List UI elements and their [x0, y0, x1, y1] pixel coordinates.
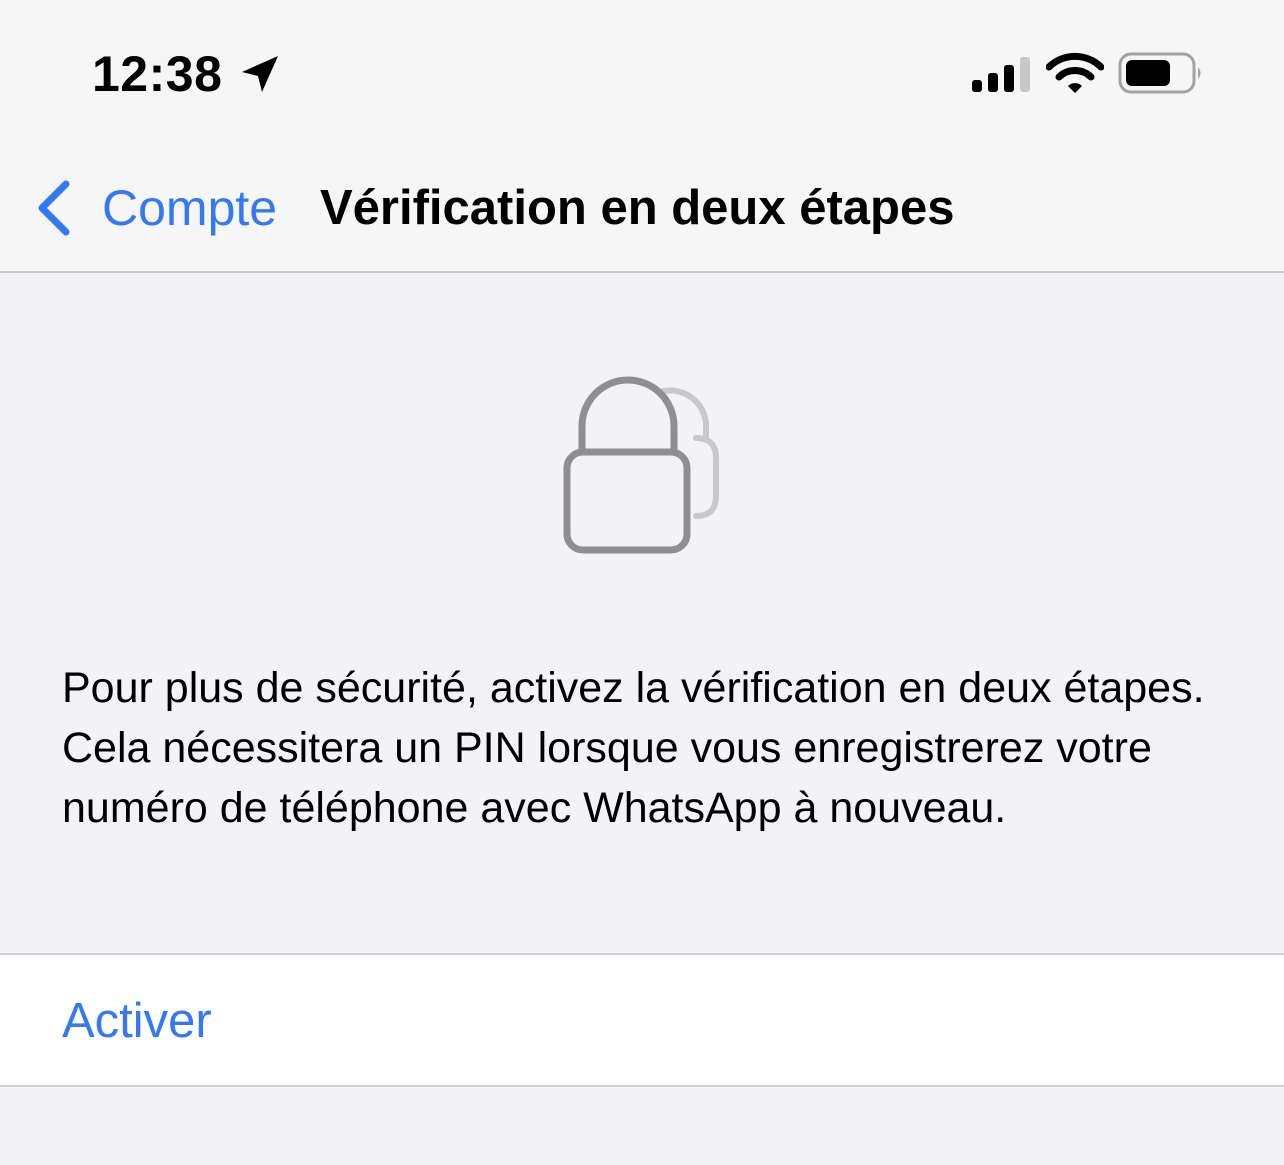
chevron-left-icon [38, 180, 70, 236]
page-title: Vérification en deux étapes [320, 181, 955, 235]
wifi-icon [1046, 52, 1104, 93]
back-button-label: Compte [102, 180, 278, 236]
description-text: Pour plus de sécurité, activez la vérifi… [62, 664, 1205, 832]
enable-button[interactable]: Activer [0, 953, 1284, 1087]
location-arrow-icon [242, 56, 278, 92]
back-button[interactable]: Compte [32, 170, 277, 246]
battery-icon [1118, 52, 1201, 94]
lock-icon [563, 376, 719, 554]
cellular-signal-icon [972, 57, 1030, 92]
status-time: 12:38 [92, 46, 223, 102]
enable-button-label: Activer [62, 994, 212, 1048]
navigation-header: 12:38 Compte Vérification en deux étapes [0, 0, 1284, 273]
